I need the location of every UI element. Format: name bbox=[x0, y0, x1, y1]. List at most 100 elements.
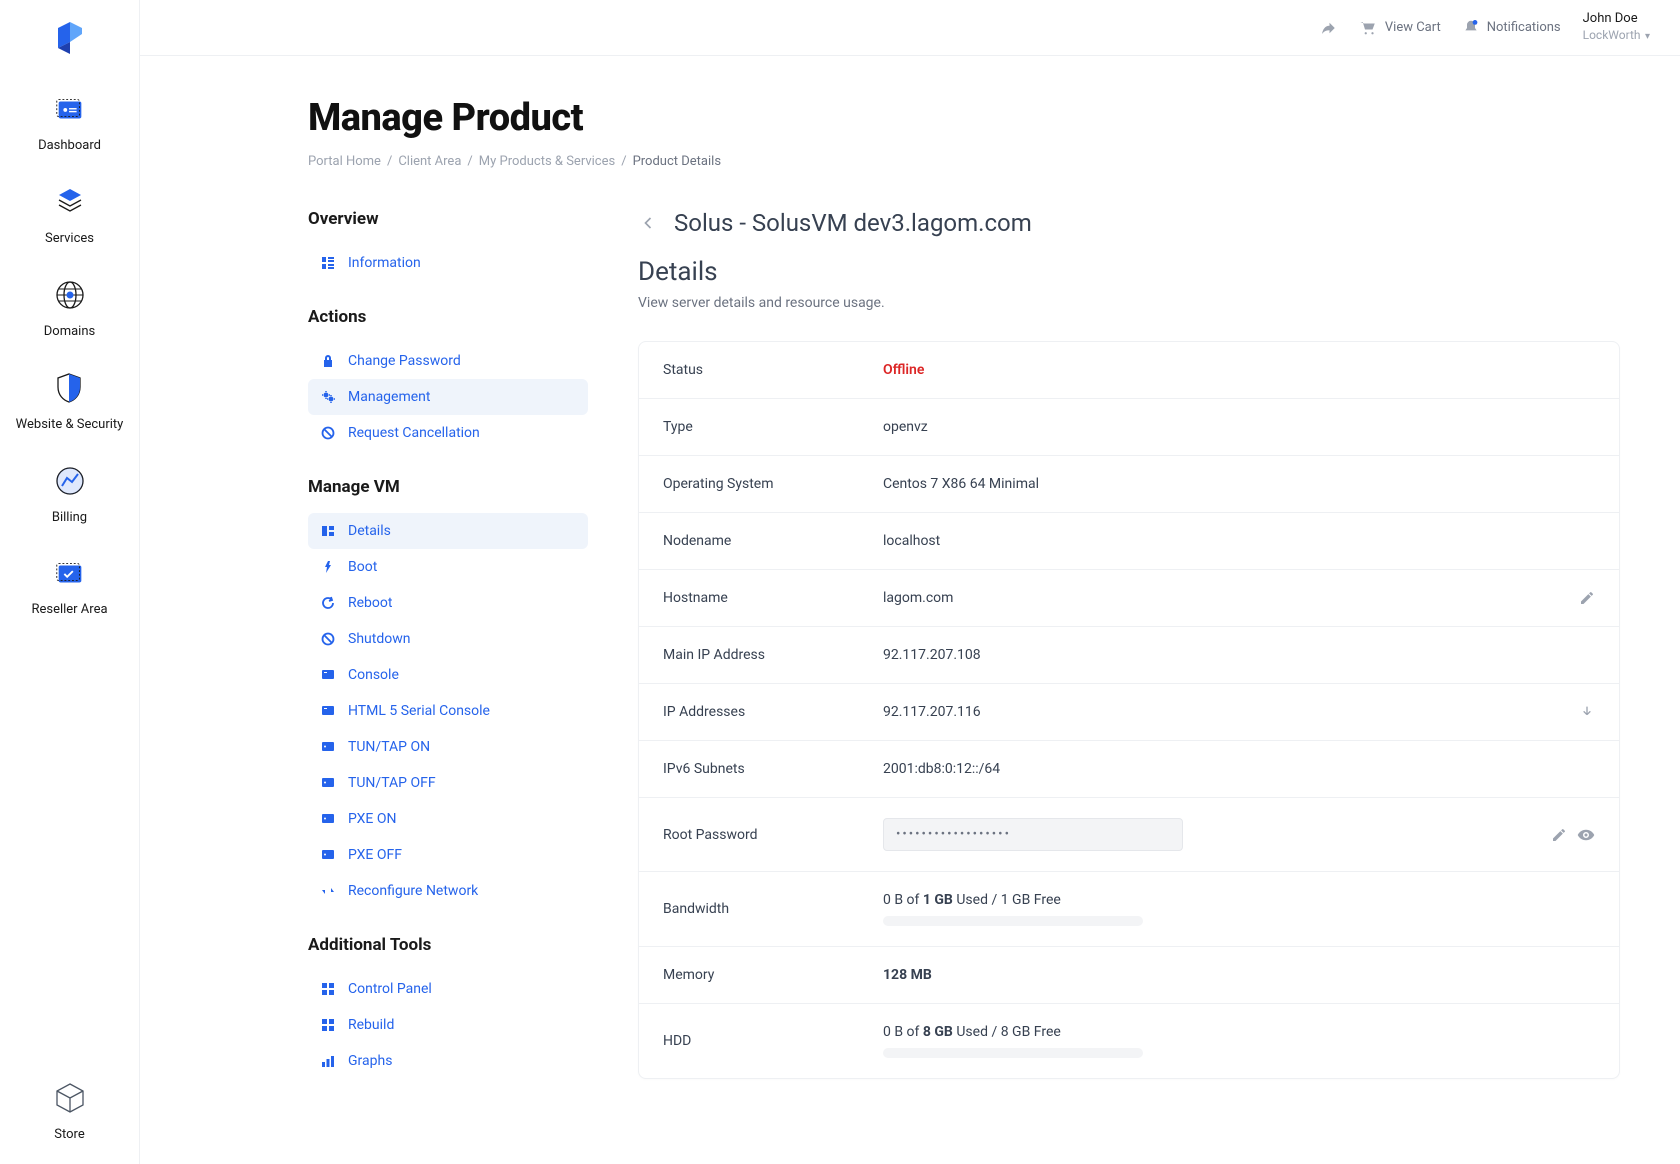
user-name: John Doe bbox=[1583, 11, 1638, 28]
bandwidth-progress bbox=[883, 916, 1143, 926]
sidebar-item-label: Reseller Area bbox=[31, 602, 107, 619]
side-link-tun-tap-on[interactable]: TUN/TAP ON bbox=[308, 729, 588, 765]
side-link-management[interactable]: Management bbox=[308, 379, 588, 415]
side-link-rebuild[interactable]: Rebuild bbox=[308, 1007, 588, 1043]
cube-icon bbox=[51, 1079, 89, 1117]
side-link-shutdown[interactable]: Shutdown bbox=[308, 621, 588, 657]
sidebar-item-services[interactable]: Services bbox=[45, 183, 94, 248]
sidebar-item-dashboard[interactable]: Dashboard bbox=[38, 90, 101, 155]
row-value: localhost bbox=[883, 533, 1595, 549]
page-title: Manage Product bbox=[308, 96, 1620, 140]
side-link-label: Reconfigure Network bbox=[348, 883, 478, 899]
side-link-details[interactable]: Details bbox=[308, 513, 588, 549]
side-link-label: HTML 5 Serial Console bbox=[348, 703, 490, 719]
sidebar-item-website-security[interactable]: Website & Security bbox=[16, 369, 124, 434]
sidebar-item-reseller-area[interactable]: Reseller Area bbox=[31, 554, 107, 619]
side-link-icon bbox=[320, 425, 336, 441]
side-link-label: Reboot bbox=[348, 595, 392, 611]
sidebar: Dashboard Services Domains Website & Securi… bbox=[0, 0, 140, 1164]
side-link-icon bbox=[320, 1017, 336, 1033]
side-link-label: Information bbox=[348, 255, 421, 271]
reveal-password-button[interactable] bbox=[1577, 826, 1595, 844]
section-title: Details bbox=[638, 257, 1620, 287]
sidebar-item-label: Dashboard bbox=[38, 138, 101, 155]
notifications-button[interactable]: Notifications bbox=[1463, 19, 1561, 37]
row-label: Type bbox=[663, 419, 883, 435]
section-subtitle: View server details and resource usage. bbox=[638, 295, 1620, 311]
breadcrumb-item[interactable]: My Products & Services bbox=[479, 154, 615, 169]
row-hostname: Hostname lagom.com bbox=[639, 570, 1619, 627]
back-arrow-icon[interactable] bbox=[638, 213, 658, 233]
side-link-graphs[interactable]: Graphs bbox=[308, 1043, 588, 1079]
breadcrumb: Portal Home/Client Area/My Products & Se… bbox=[308, 154, 1620, 169]
hdd-text: 0 B of 8 GB Used / 8 GB Free bbox=[883, 1024, 1595, 1040]
side-link-label: Console bbox=[348, 667, 399, 683]
side-link-icon bbox=[320, 811, 336, 827]
side-link-label: Graphs bbox=[348, 1053, 392, 1069]
edit-hostname-button[interactable] bbox=[1579, 590, 1595, 606]
side-link-label: Details bbox=[348, 523, 391, 539]
hdd-progress bbox=[883, 1048, 1143, 1058]
logo[interactable] bbox=[55, 20, 85, 60]
notifications-label: Notifications bbox=[1487, 20, 1561, 35]
side-link-control-panel[interactable]: Control Panel bbox=[308, 971, 588, 1007]
side-link-information[interactable]: Information bbox=[308, 245, 588, 281]
side-group-title: Additional Tools bbox=[308, 935, 588, 955]
side-link-html-5-serial-console[interactable]: HTML 5 Serial Console bbox=[308, 693, 588, 729]
row-ip-addresses: IP Addresses 92.117.207.116 bbox=[639, 684, 1619, 741]
side-link-icon bbox=[320, 667, 336, 683]
pencil-icon bbox=[1579, 590, 1595, 606]
side-link-label: Control Panel bbox=[348, 981, 432, 997]
side-link-reboot[interactable]: Reboot bbox=[308, 585, 588, 621]
sidebar-item-billing[interactable]: Billing bbox=[51, 462, 89, 527]
edit-password-button[interactable] bbox=[1551, 827, 1567, 843]
sidebar-item-store[interactable]: Store bbox=[51, 1079, 89, 1144]
side-link-console[interactable]: Console bbox=[308, 657, 588, 693]
row-root-password: Root Password bbox=[639, 798, 1619, 872]
side-group-title: Manage VM bbox=[308, 477, 588, 497]
row-label: Hostname bbox=[663, 590, 883, 606]
share-icon[interactable] bbox=[1319, 19, 1337, 37]
side-link-icon bbox=[320, 703, 336, 719]
side-link-tun-tap-off[interactable]: TUN/TAP OFF bbox=[308, 765, 588, 801]
row-os: Operating System Centos 7 X86 64 Minimal bbox=[639, 456, 1619, 513]
side-link-change-password[interactable]: Change Password bbox=[308, 343, 588, 379]
nav-icon bbox=[51, 90, 89, 128]
user-menu[interactable]: John Doe LockWorth ▾ bbox=[1583, 11, 1650, 43]
nav-icon bbox=[51, 183, 89, 221]
nav-icon bbox=[51, 462, 89, 500]
status-badge: Offline bbox=[883, 362, 1595, 378]
breadcrumb-item[interactable]: Client Area bbox=[398, 154, 461, 169]
arrow-down-icon bbox=[1579, 704, 1595, 720]
row-label: Bandwidth bbox=[663, 901, 883, 917]
sidebar-item-domains[interactable]: Domains bbox=[44, 276, 95, 341]
row-label: Root Password bbox=[663, 827, 883, 843]
side-link-icon bbox=[320, 389, 336, 405]
user-org: LockWorth ▾ bbox=[1583, 28, 1650, 44]
detail-heading: Solus - SolusVM dev3.lagom.com bbox=[674, 209, 1032, 237]
row-value: 92.117.207.116 bbox=[883, 704, 1569, 720]
side-link-pxe-off[interactable]: PXE OFF bbox=[308, 837, 588, 873]
row-value: lagom.com bbox=[883, 590, 1569, 606]
breadcrumb-item[interactable]: Portal Home bbox=[308, 154, 381, 169]
side-link-boot[interactable]: Boot bbox=[308, 549, 588, 585]
root-password-field[interactable] bbox=[883, 818, 1183, 851]
side-group-title: Overview bbox=[308, 209, 588, 229]
expand-ips-button[interactable] bbox=[1579, 704, 1595, 720]
nav-icon bbox=[51, 554, 89, 592]
details-panel: Status Offline Type openvz Operating Sys… bbox=[638, 341, 1620, 1079]
side-menu: OverviewInformationActionsChange Passwor… bbox=[308, 209, 588, 1079]
row-label: Memory bbox=[663, 967, 883, 983]
side-link-label: TUN/TAP OFF bbox=[348, 775, 436, 791]
row-hdd: HDD 0 B of 8 GB Used / 8 GB Free bbox=[639, 1004, 1619, 1078]
row-value: openvz bbox=[883, 419, 1595, 435]
bell-icon bbox=[1463, 19, 1479, 37]
row-value: 128 MB bbox=[883, 967, 1595, 983]
view-cart-button[interactable]: View Cart bbox=[1359, 20, 1441, 36]
side-link-pxe-on[interactable]: PXE ON bbox=[308, 801, 588, 837]
row-label: Operating System bbox=[663, 476, 883, 492]
side-link-request-cancellation[interactable]: Request Cancellation bbox=[308, 415, 588, 451]
row-label: Main IP Address bbox=[663, 647, 883, 663]
row-label: Nodename bbox=[663, 533, 883, 549]
side-link-reconfigure-network[interactable]: Reconfigure Network bbox=[308, 873, 588, 909]
